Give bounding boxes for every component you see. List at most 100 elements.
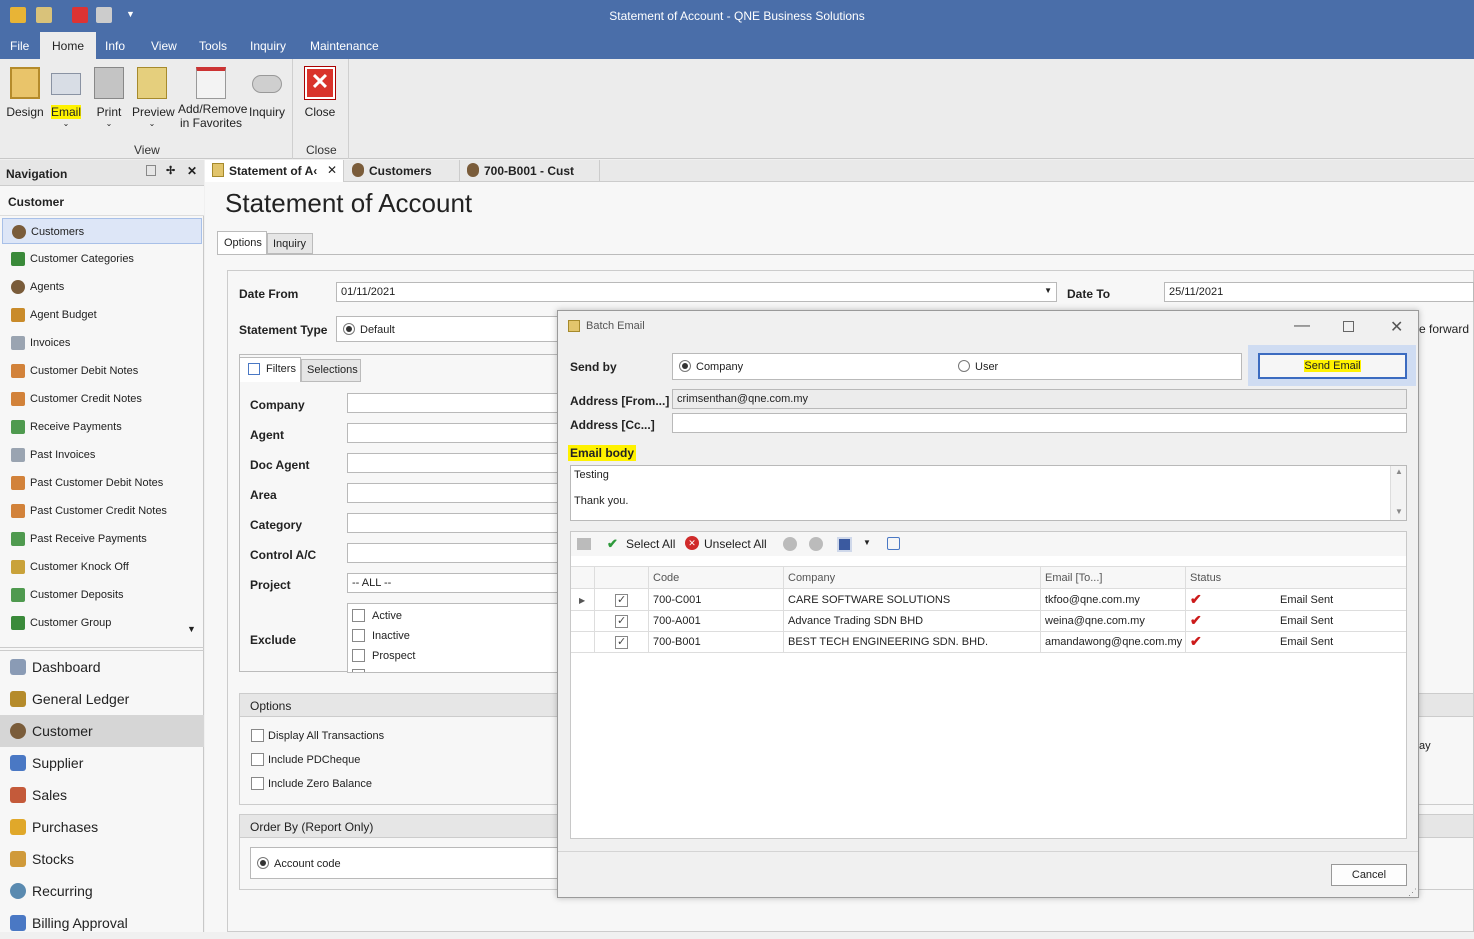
row-checkbox-cell[interactable]: [595, 590, 649, 611]
pin-icon[interactable]: ✢: [166, 164, 175, 177]
include-pdcheque-checkbox[interactable]: [251, 753, 264, 766]
nav-item-customer-group[interactable]: Customer Group: [2, 610, 202, 636]
scroll-up-icon[interactable]: ▲: [1395, 467, 1403, 476]
nav-item-customer-categories[interactable]: Customer Categories: [2, 246, 202, 272]
exclude-active-checkbox[interactable]: [352, 609, 365, 622]
row-email[interactable]: amandawong@qne.com.my: [1041, 632, 1186, 653]
maximize-icon[interactable]: [1343, 321, 1354, 332]
select-column-header[interactable]: [595, 567, 649, 590]
row-checkbox-cell[interactable]: [595, 611, 649, 632]
add-remove-favorites-button[interactable]: Add/Remove in Favorites: [178, 67, 247, 130]
send-email-button[interactable]: Send Email: [1258, 353, 1407, 379]
preview-button[interactable]: Preview ⌄: [132, 67, 175, 128]
design-button[interactable]: Design: [6, 67, 44, 119]
move-up-icon[interactable]: [783, 537, 797, 551]
scroll-down-icon[interactable]: ▼: [187, 624, 196, 634]
nav-item-agent-budget[interactable]: Agent Budget: [2, 302, 202, 328]
nav-item-customer-credit-notes[interactable]: Customer Credit Notes: [2, 386, 202, 412]
control-ac-filter-field[interactable]: [347, 543, 559, 563]
module-customer[interactable]: Customer: [0, 715, 204, 747]
code-column-header[interactable]: Code: [649, 567, 784, 590]
email-button[interactable]: Email ⌄: [46, 67, 86, 128]
project-filter-field[interactable]: -- ALL --: [347, 573, 559, 593]
tab-statement-of-account[interactable]: Statement of A‹ ✕: [205, 160, 344, 182]
tab-700-b001[interactable]: 700-B001 - Cust: [460, 160, 600, 182]
nav-item-agents[interactable]: Agents: [2, 274, 202, 300]
company-column-header[interactable]: Company: [784, 567, 1041, 590]
tab-filters[interactable]: Filters: [239, 357, 301, 382]
save-icon[interactable]: [837, 537, 852, 552]
nav-item-receive-payments[interactable]: Receive Payments: [2, 414, 202, 440]
row-email[interactable]: tkfoo@qne.com.my: [1041, 590, 1186, 611]
module-purchases[interactable]: Purchases: [0, 811, 204, 843]
resize-grip-icon[interactable]: ⋰: [1408, 887, 1417, 898]
row-email[interactable]: weina@qne.com.my: [1041, 611, 1186, 632]
status-column-header[interactable]: Status: [1186, 567, 1406, 590]
date-from-field[interactable]: 01/11/2021 ▼: [336, 282, 1057, 302]
company-filter-field[interactable]: [347, 393, 559, 413]
module-sales[interactable]: Sales: [0, 779, 204, 811]
module-recurring[interactable]: Recurring: [0, 875, 204, 907]
from-address-field[interactable]: crimsenthan@qne.com.my: [672, 389, 1407, 409]
menu-tools[interactable]: Tools: [199, 39, 227, 53]
cancel-button[interactable]: Cancel: [1331, 864, 1407, 886]
menu-maintenance[interactable]: Maintenance: [310, 39, 379, 53]
row-checkbox[interactable]: [615, 593, 628, 607]
radio-account-code[interactable]: [257, 857, 269, 869]
nav-item-past-customer-credit-notes[interactable]: Past Customer Credit Notes: [2, 498, 202, 524]
scroll-down-icon[interactable]: ▼: [1395, 507, 1403, 516]
chevron-down-icon[interactable]: ▼: [863, 538, 871, 547]
restore-icon[interactable]: [146, 165, 156, 176]
close-icon[interactable]: ✕: [187, 164, 197, 178]
menu-info[interactable]: Info: [105, 39, 125, 53]
brought-forward-option[interactable]: e forward: [1419, 322, 1469, 336]
cc-address-field[interactable]: [672, 413, 1407, 433]
row-checkbox[interactable]: [615, 614, 628, 628]
nav-item-invoices[interactable]: Invoices: [2, 330, 202, 356]
table-row[interactable]: 700-A001 Advance Trading SDN BHD weina@q…: [571, 611, 1406, 632]
exclude-prospect-checkbox[interactable]: [352, 649, 365, 662]
grid-layout-icon[interactable]: [577, 538, 591, 550]
body-scrollbar[interactable]: ▲ ▼: [1390, 466, 1406, 520]
email-column-header[interactable]: Email [To...]: [1041, 567, 1186, 590]
nav-item-past-invoices[interactable]: Past Invoices: [2, 442, 202, 468]
find-icon[interactable]: [887, 537, 900, 550]
nav-item-customer-debit-notes[interactable]: Customer Debit Notes: [2, 358, 202, 384]
statement-type-default[interactable]: Default: [336, 316, 566, 342]
inquiry-button[interactable]: Inquiry: [246, 67, 288, 119]
select-all-button[interactable]: Select All: [626, 537, 675, 551]
module-stocks[interactable]: Stocks: [0, 843, 204, 875]
subtab-options[interactable]: Options: [217, 231, 267, 254]
close-icon[interactable]: ✕: [1390, 317, 1403, 337]
menu-home[interactable]: Home: [40, 32, 97, 59]
module-supplier[interactable]: Supplier: [0, 747, 204, 779]
move-down-icon[interactable]: [809, 537, 823, 551]
order-by-account-code[interactable]: Account code: [250, 847, 570, 879]
exclude-more-checkbox[interactable]: [352, 669, 365, 672]
row-checkbox[interactable]: [615, 635, 628, 649]
nav-item-past-receive-payments[interactable]: Past Receive Payments: [2, 526, 202, 552]
menu-view[interactable]: View: [151, 39, 177, 53]
menu-inquiry[interactable]: Inquiry: [250, 39, 286, 53]
exclude-inactive-checkbox[interactable]: [352, 629, 365, 642]
dropdown-icon[interactable]: ▼: [1044, 286, 1052, 295]
module-billing-approval[interactable]: Billing Approval: [0, 907, 204, 939]
module-general-ledger[interactable]: General Ledger: [0, 683, 204, 715]
nav-item-past-customer-debit-notes[interactable]: Past Customer Debit Notes: [2, 470, 202, 496]
nav-item-customer-deposits[interactable]: Customer Deposits: [2, 582, 202, 608]
unselect-all-button[interactable]: Unselect All: [704, 537, 767, 551]
print-button[interactable]: Print ⌄: [92, 67, 126, 128]
agent-filter-field[interactable]: [347, 423, 559, 443]
radio-user[interactable]: [958, 360, 970, 372]
send-by-user[interactable]: User: [958, 360, 998, 373]
include-zero-balance-checkbox[interactable]: [251, 777, 264, 790]
table-row[interactable]: 700-B001 BEST TECH ENGINEERING SDN. BHD.…: [571, 632, 1406, 653]
tab-customers[interactable]: Customers: [345, 160, 460, 182]
subtab-inquiry[interactable]: Inquiry: [267, 233, 313, 254]
nav-item-customer-knock-off[interactable]: Customer Knock Off: [2, 554, 202, 580]
area-filter-field[interactable]: [347, 483, 559, 503]
display-all-transactions-checkbox[interactable]: [251, 729, 264, 742]
doc-agent-filter-field[interactable]: [347, 453, 559, 473]
tab-selections[interactable]: Selections: [301, 359, 361, 382]
table-row[interactable]: ▶ 700-C001 CARE SOFTWARE SOLUTIONS tkfoo…: [571, 590, 1406, 611]
